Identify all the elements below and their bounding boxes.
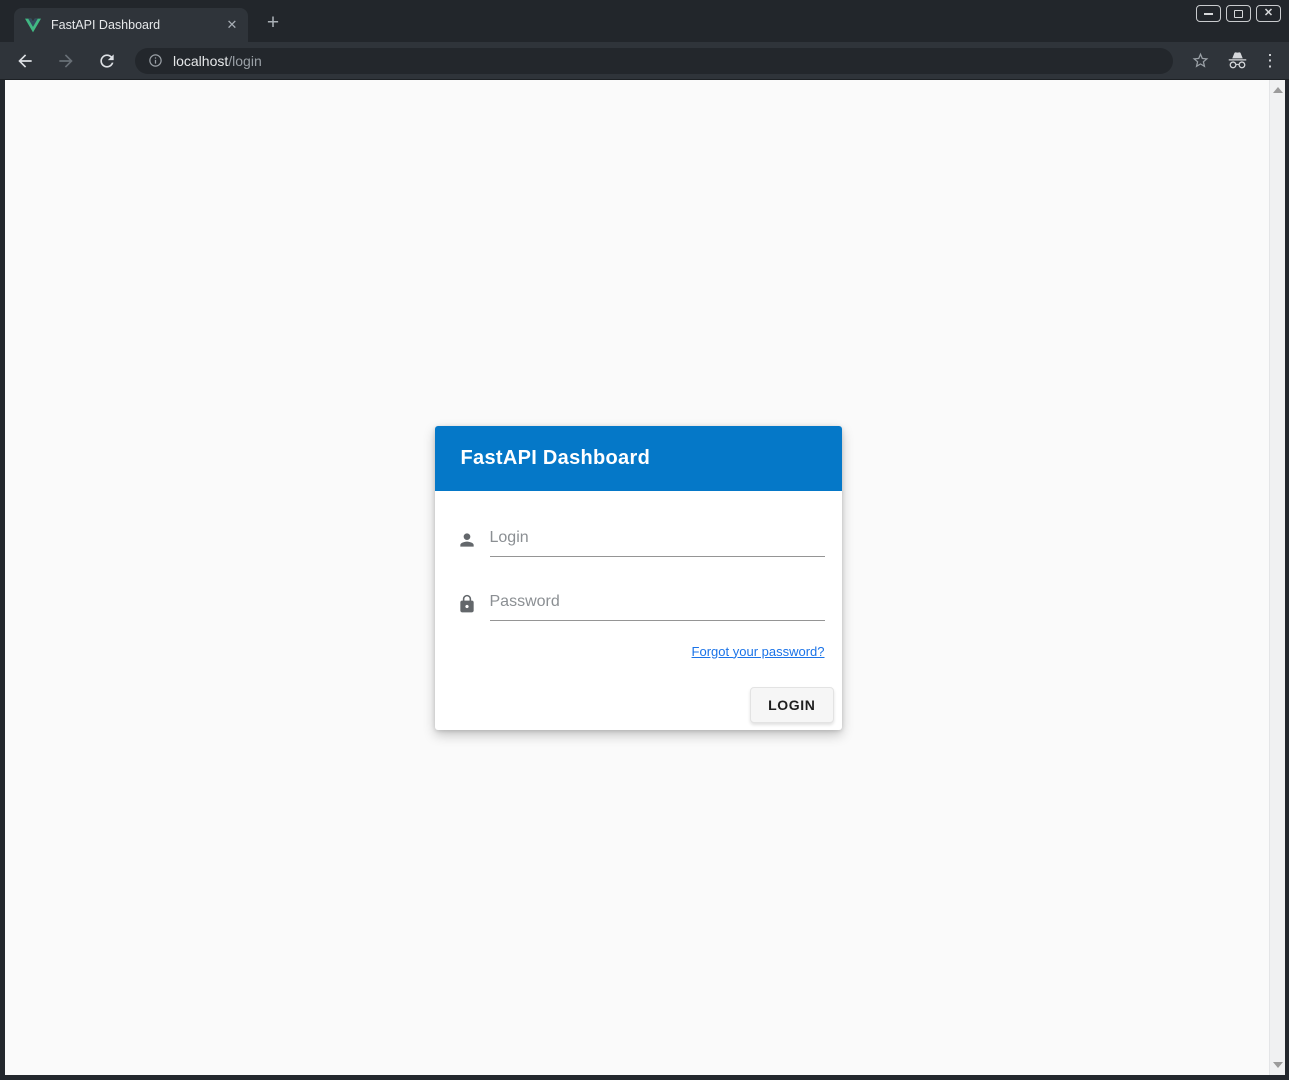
password-input[interactable] (490, 587, 825, 621)
browser-window: FastAPI Dashboard ✕ + ✕ (0, 0, 1289, 1080)
password-field-row (457, 587, 825, 621)
page-scrollbar[interactable] (1269, 80, 1285, 1075)
new-tab-button[interactable]: + (260, 13, 286, 31)
address-bar[interactable]: localhost/login (135, 48, 1173, 74)
login-button-row: LOGIN (457, 687, 834, 723)
forgot-password-link[interactable]: Forgot your password? (692, 644, 825, 659)
login-card-body: Forgot your password? LOGIN (435, 491, 842, 730)
vue-favicon-icon (25, 18, 41, 33)
star-icon (1191, 51, 1210, 70)
titlebar: FastAPI Dashboard ✕ + ✕ (0, 0, 1289, 42)
content-frame: FastAPI Dashboard (0, 80, 1289, 1080)
close-icon: ✕ (1264, 8, 1273, 19)
forward-arrow-icon (56, 51, 76, 71)
login-button[interactable]: LOGIN (750, 687, 833, 723)
tab-close-icon[interactable]: ✕ (222, 15, 242, 35)
maximize-icon (1234, 10, 1243, 18)
back-button[interactable] (9, 45, 41, 77)
forward-button[interactable] (50, 45, 82, 77)
login-card-header: FastAPI Dashboard (435, 426, 842, 491)
person-icon (457, 530, 477, 550)
navigation-toolbar: localhost/login ⋮ (0, 42, 1289, 80)
window-controls: ✕ (1196, 5, 1281, 22)
browser-menu-button[interactable]: ⋮ (1257, 51, 1283, 71)
reload-icon (97, 51, 117, 71)
minimize-icon (1204, 13, 1213, 15)
login-card-title: FastAPI Dashboard (461, 447, 651, 470)
url-host: localhost (173, 53, 228, 69)
login-page: FastAPI Dashboard (5, 80, 1285, 1075)
forgot-password-row: Forgot your password? (457, 643, 825, 661)
maximize-button[interactable] (1226, 5, 1251, 22)
browser-tab[interactable]: FastAPI Dashboard ✕ (14, 8, 248, 42)
back-arrow-icon (15, 51, 35, 71)
incognito-icon (1227, 50, 1248, 71)
bookmark-button[interactable] (1183, 45, 1217, 77)
page-info-icon[interactable] (148, 53, 163, 68)
lock-icon (457, 594, 477, 614)
url-path: /login (228, 53, 261, 69)
close-button[interactable]: ✕ (1256, 5, 1281, 22)
reload-button[interactable] (91, 45, 123, 77)
scrollbar-up-icon[interactable] (1273, 87, 1283, 93)
tab-title: FastAPI Dashboard (51, 18, 222, 32)
minimize-button[interactable] (1196, 5, 1221, 22)
scrollbar-down-icon[interactable] (1273, 1062, 1283, 1068)
login-card: FastAPI Dashboard (435, 426, 842, 730)
incognito-indicator (1217, 45, 1257, 77)
login-input[interactable] (490, 523, 825, 557)
login-field-row (457, 523, 825, 557)
